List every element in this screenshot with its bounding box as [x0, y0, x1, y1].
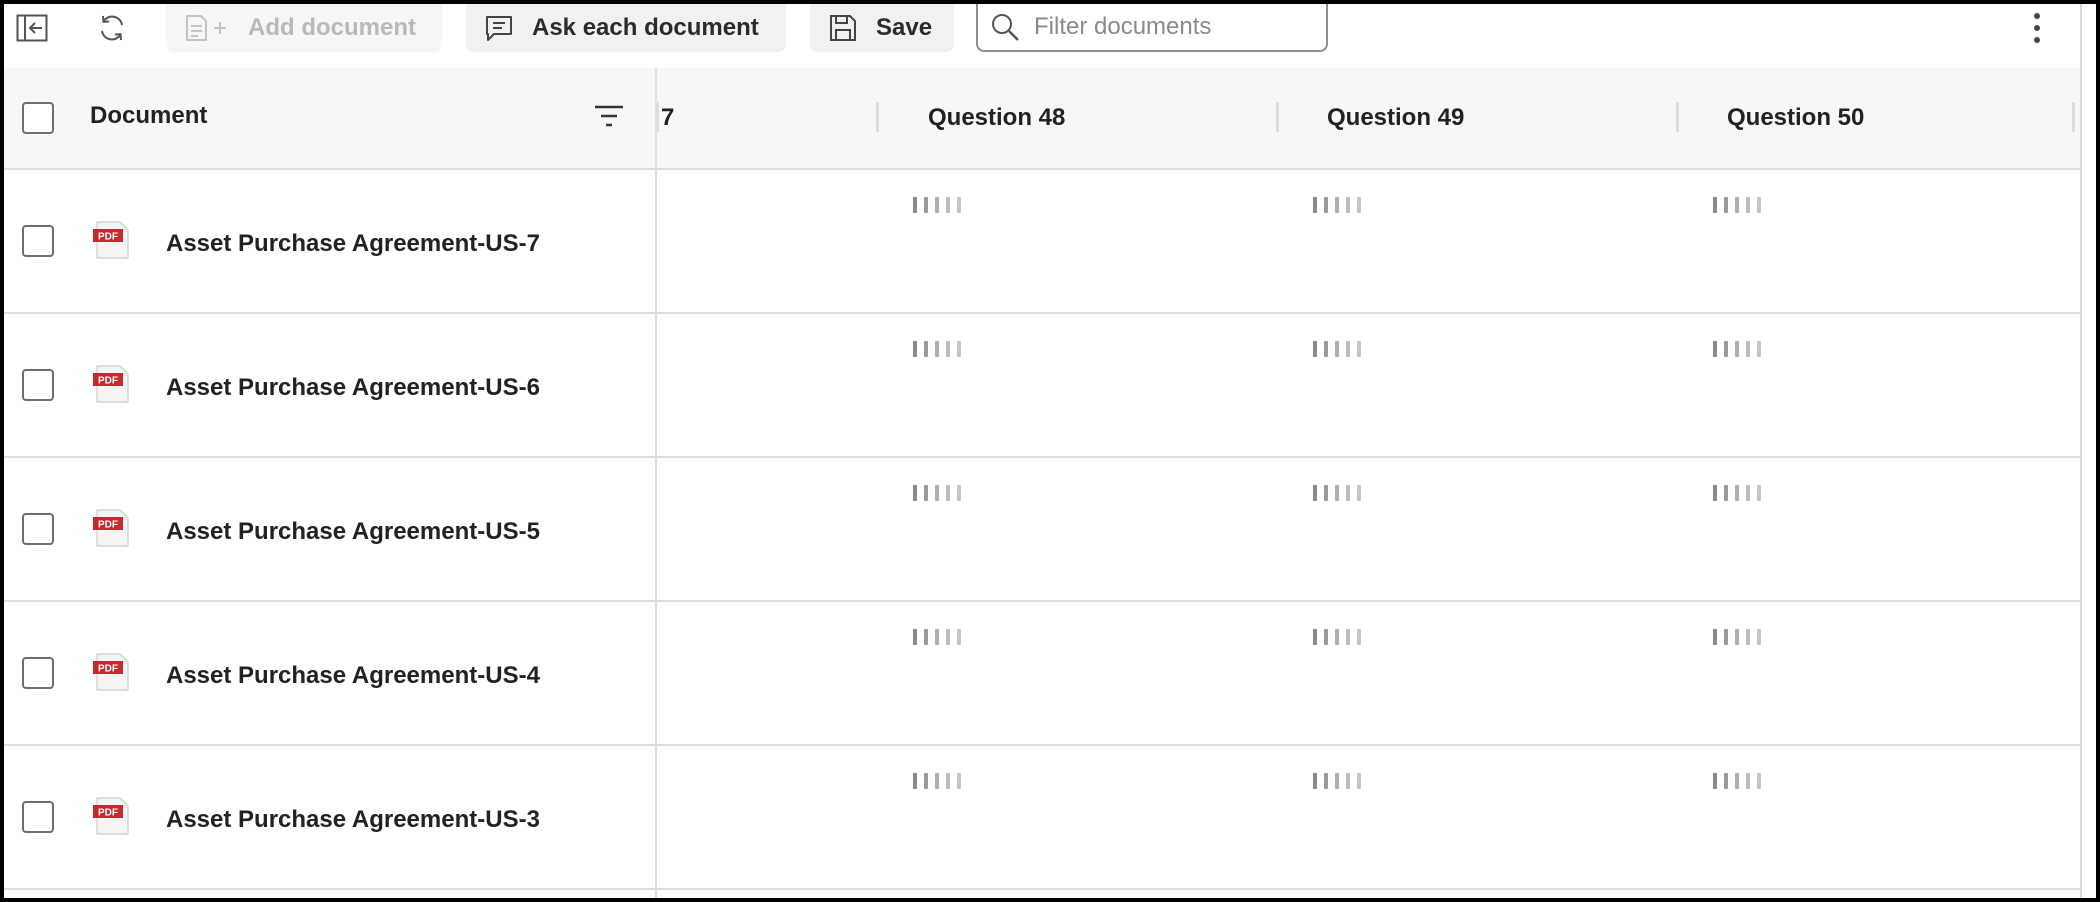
filter-documents-field[interactable]	[976, 4, 1328, 52]
svg-text:PDF: PDF	[98, 520, 118, 531]
row-checkbox[interactable]	[22, 513, 54, 545]
save-label: Save	[876, 14, 933, 41]
document-name[interactable]: Asset Purchase Agreement-US-7	[166, 230, 540, 258]
document-name[interactable]: Asset Purchase Agreement-US-3	[166, 806, 540, 834]
document-name[interactable]: Asset Purchase Agreement-US-4	[166, 662, 540, 690]
row-checkbox[interactable]	[22, 801, 54, 833]
add-document-icon	[186, 15, 226, 41]
ask-each-document-button[interactable]: Ask each document	[466, 4, 786, 52]
document-name[interactable]: Asset Purchase Agreement-US-6	[166, 374, 540, 402]
row-checkbox[interactable]	[22, 225, 54, 257]
document-name[interactable]: Asset Purchase Agreement-US-5	[166, 518, 540, 546]
sort-filter-icon[interactable]	[594, 104, 624, 128]
column-resize-handle[interactable]	[1276, 102, 1279, 132]
filter-documents-input[interactable]	[1034, 13, 1314, 41]
svg-text:PDF: PDF	[98, 664, 118, 675]
ask-each-document-label: Ask each document	[532, 14, 759, 41]
table-row[interactable]: PDF Asset Purchase Agreement-US-5	[4, 458, 2080, 602]
toolbar: Add document Ask each document Save	[4, 4, 2080, 68]
table-row[interactable]: PDF Asset Purchase Agreement-US-4	[4, 602, 2080, 746]
refresh-icon	[101, 15, 123, 41]
svg-text:PDF: PDF	[98, 808, 118, 819]
kebab-menu-icon	[2034, 13, 2040, 19]
partial-column-header[interactable]: 7	[661, 104, 674, 132]
floppy-disk-icon	[830, 15, 856, 41]
answer-loading-indicator	[1313, 772, 1361, 790]
documents-grid: Document 7 Question 48 Question 49 Quest…	[4, 68, 2080, 898]
row-checkbox[interactable]	[22, 657, 54, 689]
collapse-sidebar-icon	[16, 14, 48, 42]
add-document-button[interactable]: Add document	[166, 4, 442, 52]
answer-loading-indicator	[1313, 484, 1361, 502]
table-row[interactable]: PDF Asset Purchase Agreement-US-7	[4, 170, 2080, 314]
svg-text:PDF: PDF	[98, 376, 118, 387]
refresh-button[interactable]	[92, 10, 132, 46]
more-options-button[interactable]	[2022, 8, 2052, 48]
search-icon	[992, 14, 1019, 41]
answer-loading-indicator	[1713, 772, 1761, 790]
column-resize-handle[interactable]	[1676, 102, 1679, 132]
answer-loading-indicator	[1313, 196, 1361, 214]
table-row[interactable]: PDF Asset Purchase Agreement-US-3	[4, 746, 2080, 890]
vertical-scrollbar[interactable]	[2080, 4, 2096, 898]
answer-loading-indicator	[913, 196, 961, 214]
question-49-header[interactable]: Question 49	[1327, 104, 1464, 132]
pdf-file-icon: PDF	[93, 509, 129, 547]
chat-icon	[486, 16, 512, 41]
save-button[interactable]: Save	[810, 4, 954, 52]
pdf-file-icon: PDF	[93, 797, 129, 835]
document-grid-window: Add document Ask each document Save Filt…	[4, 4, 2080, 898]
question-50-header[interactable]: Question 50	[1727, 104, 1864, 132]
answer-loading-indicator	[1713, 484, 1761, 502]
column-resize-handle[interactable]	[876, 102, 879, 132]
add-document-label: Add document	[248, 14, 416, 41]
document-column-header[interactable]: Document	[90, 102, 207, 130]
answer-loading-indicator	[913, 628, 961, 646]
select-all-checkbox[interactable]	[22, 102, 54, 134]
divider	[4, 888, 2080, 890]
question-48-header[interactable]: Question 48	[928, 104, 1065, 132]
answer-loading-indicator	[1713, 340, 1761, 358]
table-row[interactable]: PDF Asset Purchase Agreement-US-6	[4, 314, 2080, 458]
answer-loading-indicator	[1713, 196, 1761, 214]
column-resize-handle[interactable]	[2072, 102, 2075, 132]
collapse-sidebar-button[interactable]	[12, 10, 52, 46]
answer-loading-indicator	[913, 772, 961, 790]
answer-loading-indicator	[913, 484, 961, 502]
pdf-file-icon: PDF	[93, 221, 129, 259]
pdf-file-icon: PDF	[93, 365, 129, 403]
row-checkbox[interactable]	[22, 369, 54, 401]
svg-text:PDF: PDF	[98, 232, 118, 243]
pdf-file-icon: PDF	[93, 653, 129, 691]
answer-loading-indicator	[1313, 628, 1361, 646]
answer-loading-indicator	[1713, 628, 1761, 646]
answer-loading-indicator	[913, 340, 961, 358]
answer-loading-indicator	[1313, 340, 1361, 358]
grid-header-row: Document 7 Question 48 Question 49 Quest…	[4, 68, 2080, 168]
